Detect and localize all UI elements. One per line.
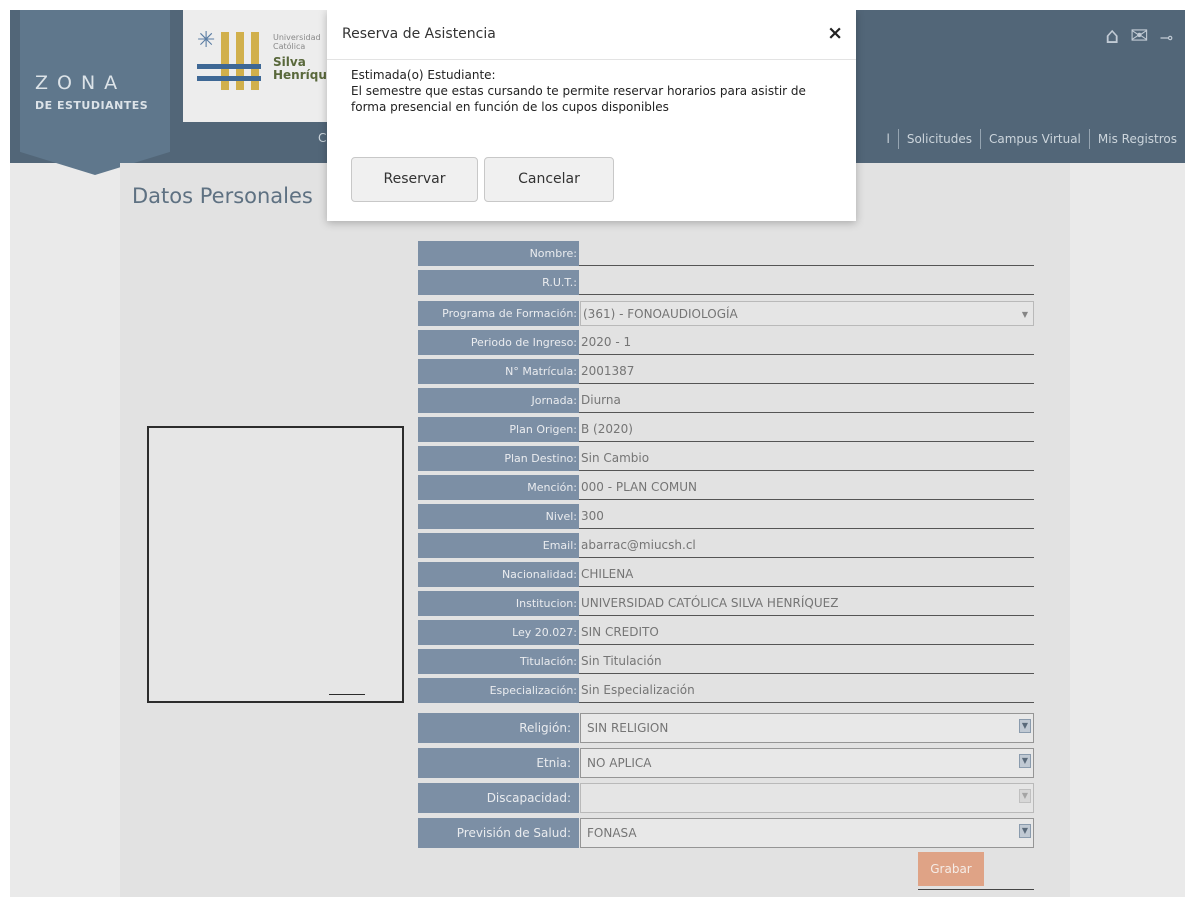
reserva-dialog: Reserva de Asistencia × Estimada(o) Estu… [327,10,856,221]
dialog-greeting: Estimada(o) Estudiante: [351,68,496,82]
dialog-header: Reserva de Asistencia × [327,10,856,60]
dialog-title: Reserva de Asistencia [342,26,496,42]
app-window: ZONA DE ESTUDIANTES ✳ Universidad Católi… [10,10,1185,897]
dialog-message: El semestre que estas cursando te permit… [351,84,806,114]
reserve-button[interactable]: Reservar [351,157,478,202]
cancel-button[interactable]: Cancelar [484,157,614,202]
dialog-body: Estimada(o) Estudiante: El semestre que … [351,67,841,115]
close-icon[interactable]: × [827,22,843,44]
